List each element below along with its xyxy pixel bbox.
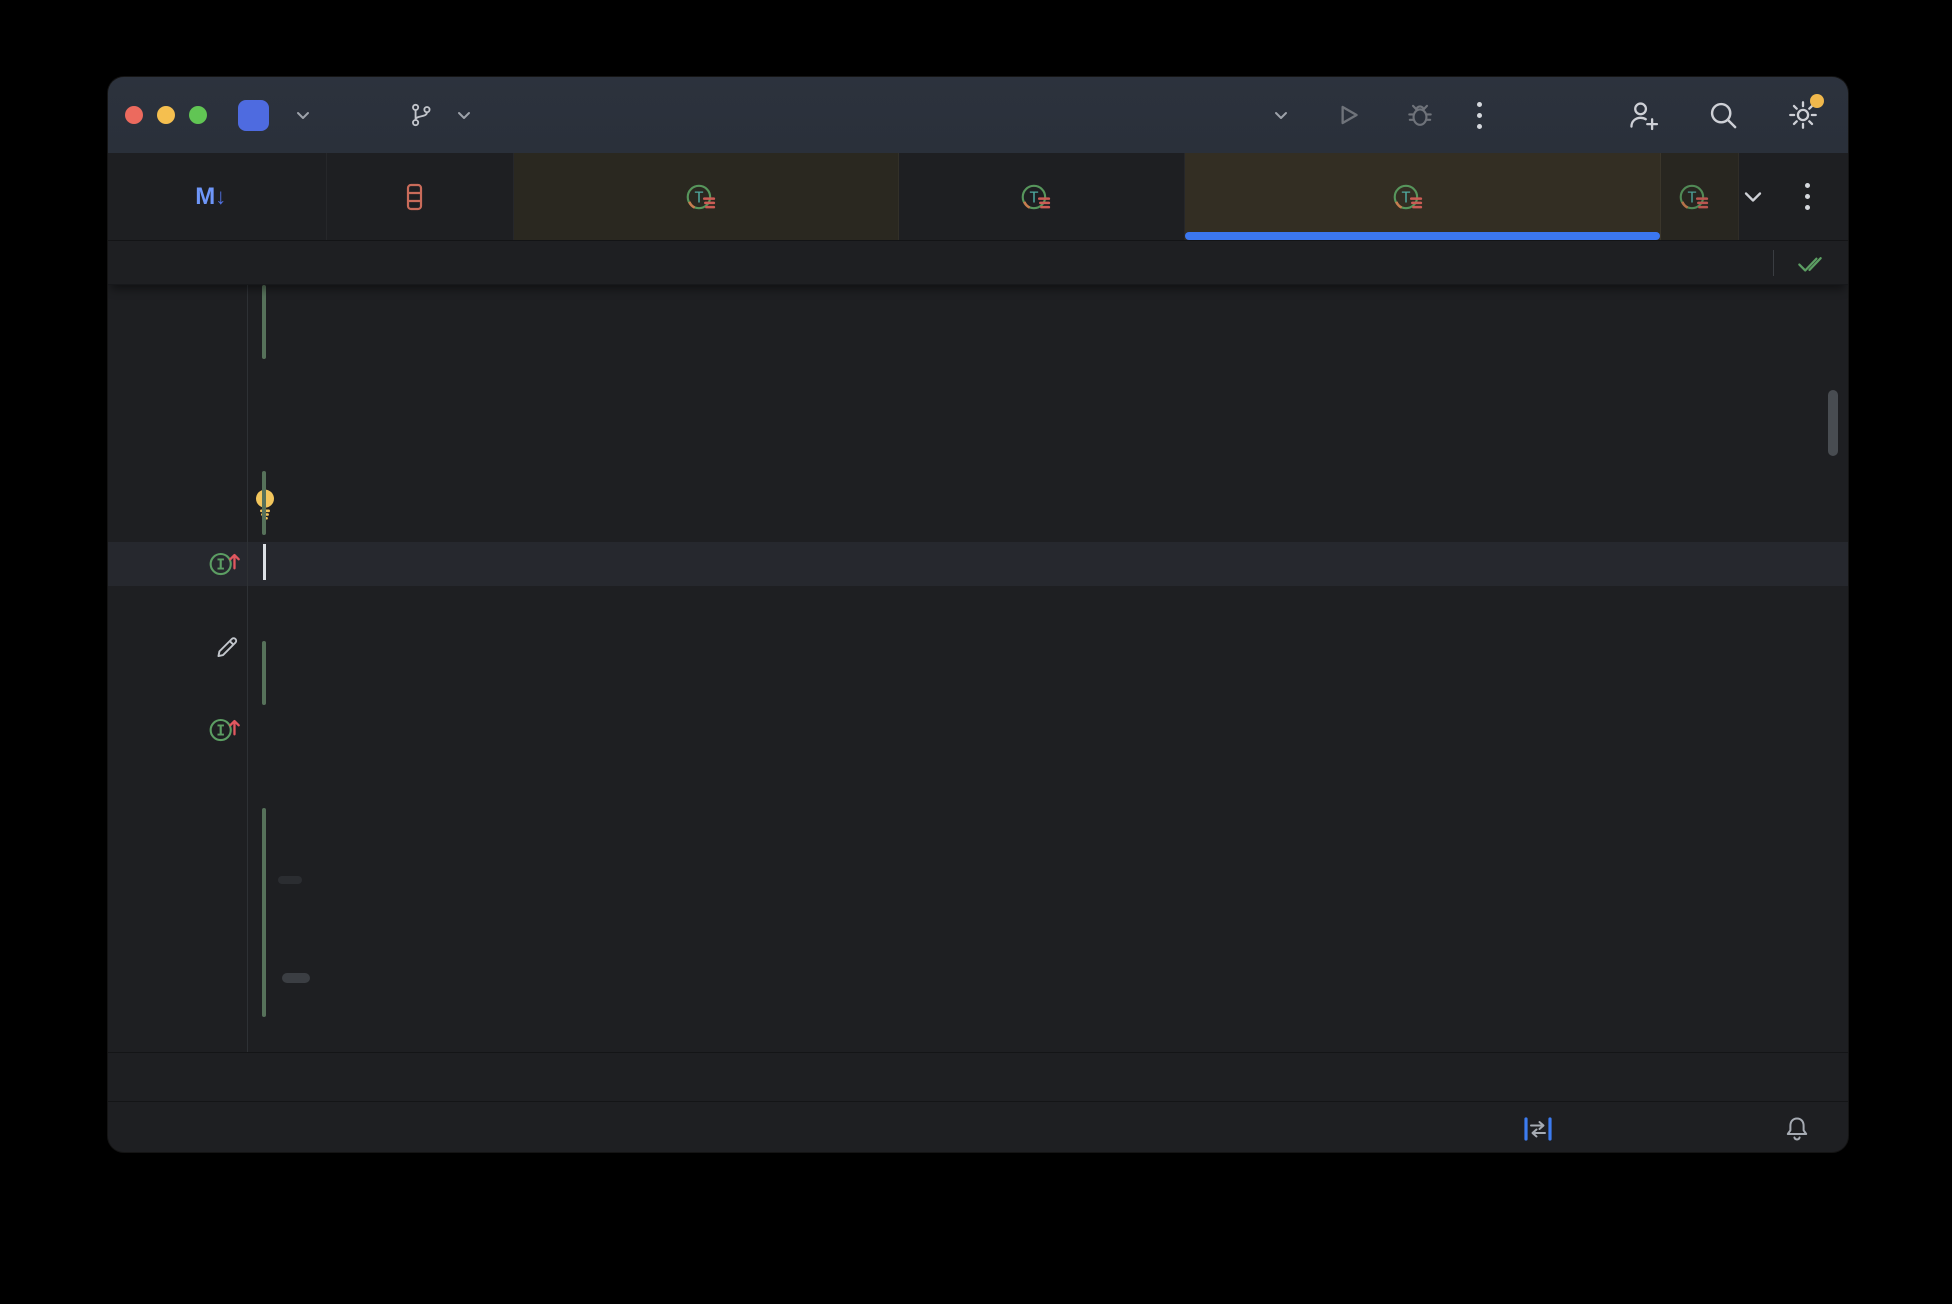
- line-number-167[interactable]: [108, 542, 202, 586]
- tab-build-mill[interactable]: [327, 153, 514, 240]
- line-number-172[interactable]: [108, 708, 202, 752]
- code-editor[interactable]: I I: [108, 285, 1848, 1052]
- svg-text:T: T: [1401, 188, 1410, 206]
- current-line-highlight: [108, 542, 1848, 586]
- status-bar: [108, 1101, 1848, 1152]
- debug-button[interactable]: [1405, 100, 1435, 130]
- inspections-ok-icon[interactable]: [1794, 247, 1826, 279]
- svg-text:T: T: [1688, 188, 1697, 206]
- chevron-down-icon: [1744, 191, 1762, 202]
- doc-text-with-chip: [278, 856, 302, 904]
- svg-text:I: I: [216, 556, 225, 573]
- play-icon: [1341, 105, 1358, 125]
- status-widgets: [1522, 1114, 1812, 1144]
- line-number-162[interactable]: [108, 371, 202, 415]
- run-toolbar: [1261, 77, 1482, 153]
- scala-trait-icon: T: [686, 184, 715, 209]
- overridden-member-icon[interactable]: I: [208, 712, 244, 753]
- git-branch-widget[interactable]: [408, 77, 474, 153]
- close-window-button[interactable]: [125, 106, 143, 124]
- svg-text:T: T: [694, 188, 703, 206]
- svg-text:T: T: [1030, 188, 1039, 206]
- tab-java-module[interactable]: T: [1185, 153, 1662, 240]
- tab-options-button[interactable]: [1805, 183, 1810, 210]
- code-reference-chip[interactable]: [278, 876, 302, 884]
- svg-text:I: I: [216, 722, 225, 739]
- sticky-line-number: [108, 241, 202, 284]
- run-button[interactable]: [1333, 100, 1363, 130]
- gutter-separator: [247, 285, 248, 1052]
- window-controls: [125, 106, 207, 124]
- breadcrumb: [108, 1052, 1848, 1101]
- doc-comment-bar: [262, 808, 266, 1017]
- show-hidden-tabs-button[interactable]: [1739, 183, 1767, 211]
- more-actions-button[interactable]: [1477, 101, 1482, 129]
- scala-trait-icon: T: [1393, 184, 1422, 209]
- chevron-down-icon: [458, 112, 470, 119]
- code-with-me-button[interactable]: [1626, 98, 1660, 132]
- run-config-selector[interactable]: [1261, 105, 1291, 125]
- editor-widgets: [1753, 241, 1826, 284]
- search-icon: [1710, 102, 1737, 129]
- notifications-button[interactable]: [1782, 1114, 1812, 1144]
- minimize-window-button[interactable]: [157, 106, 175, 124]
- bug-icon: [1408, 104, 1432, 126]
- line-number-181[interactable]: [108, 1026, 202, 1052]
- sticky-line[interactable]: [108, 241, 1848, 285]
- markdown-icon: M↓: [195, 182, 227, 210]
- edit-pencil-icon[interactable]: [211, 631, 243, 670]
- divider: [1773, 249, 1774, 276]
- titlebar-right-icons: [1626, 77, 1824, 153]
- overridden-member-icon[interactable]: I: [208, 546, 244, 587]
- scrollbar-thumb[interactable]: [1828, 390, 1838, 456]
- see-also-chip[interactable]: [282, 973, 310, 983]
- text-cursor: [263, 544, 266, 580]
- line-number-163[interactable]: [108, 415, 202, 459]
- doc-comment-bar: [262, 471, 266, 535]
- titlebar: [108, 77, 1848, 153]
- code-line-167[interactable]: [263, 542, 266, 586]
- git-branch-icon: [412, 103, 431, 127]
- scala-trait-icon: T: [1679, 184, 1709, 209]
- add-user-icon: [1630, 102, 1659, 131]
- scala-trait-icon: T: [1021, 184, 1051, 209]
- doc-comment-bar: [262, 641, 266, 705]
- tab-readme[interactable]: M↓: [108, 153, 328, 240]
- tab-controls: [1739, 153, 1848, 240]
- ide-window: M↓ T T T T I I: [108, 77, 1848, 1152]
- project-icon: [238, 99, 269, 131]
- doc-comment-bar: [262, 285, 266, 359]
- tab-test-module[interactable]: T: [513, 153, 900, 240]
- mill-file-icon: [406, 183, 422, 210]
- editor-tabs: M↓ T T T T: [108, 153, 1848, 241]
- search-everywhere-button[interactable]: [1706, 98, 1740, 132]
- line-number-168[interactable]: [108, 586, 202, 630]
- tab-partial[interactable]: T: [1661, 153, 1739, 240]
- chevron-down-icon: [1275, 112, 1287, 119]
- notification-dot: [1810, 94, 1824, 108]
- chevron-down-icon: [297, 112, 309, 119]
- maximize-window-button[interactable]: [189, 106, 207, 124]
- settings-button[interactable]: [1786, 94, 1824, 132]
- project-widget[interactable]: [238, 77, 313, 153]
- tab-run-module[interactable]: T: [899, 153, 1186, 240]
- line-number-173[interactable]: [108, 752, 202, 796]
- load-gradle-changes-icon: [1524, 1116, 1552, 1141]
- doc-see-also: [278, 954, 310, 1002]
- load-gradle-changes-button[interactable]: [1522, 1114, 1554, 1144]
- bell-icon: [1786, 1117, 1808, 1140]
